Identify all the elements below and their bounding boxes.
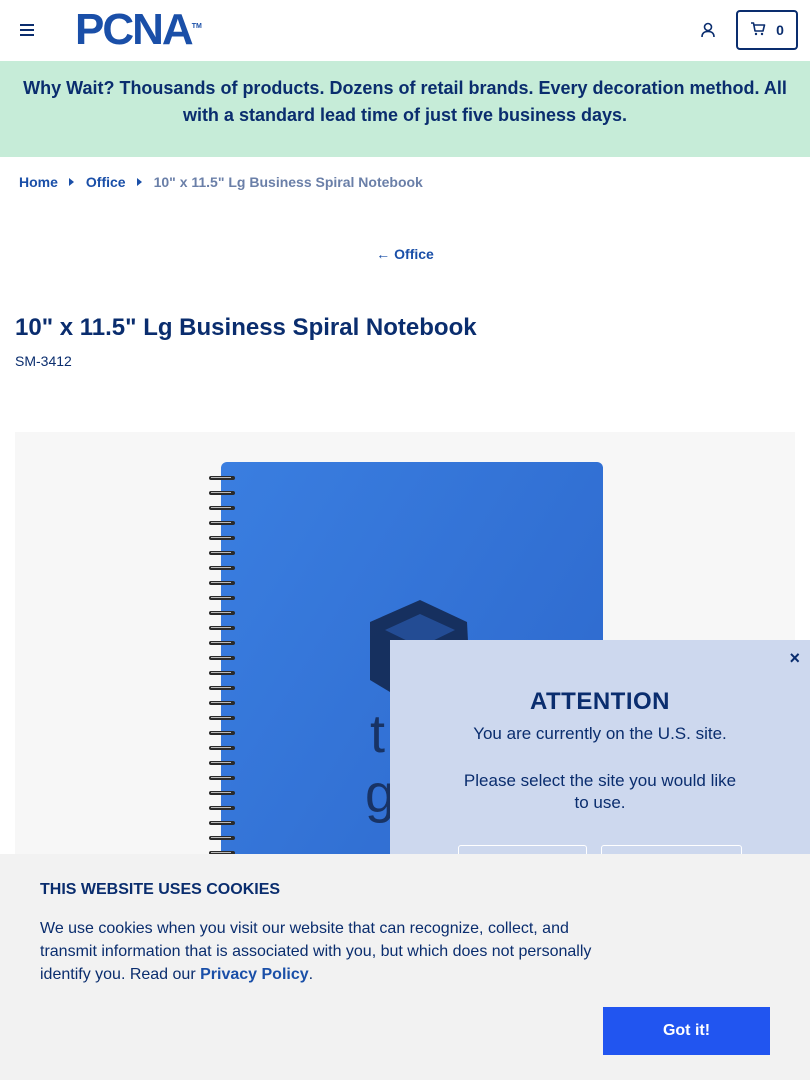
caret-right-icon [68, 178, 74, 186]
logo-trademark: TM [191, 23, 202, 30]
cookie-period: . [308, 966, 314, 983]
promo-banner: Why Wait? Thousands of products. Dozens … [0, 61, 810, 157]
cookie-heading: THIS WEBSITE USES COOKIES [40, 881, 281, 898]
dialog-current-site: You are currently on the U.S. site. [473, 724, 727, 743]
menu-icon[interactable] [20, 22, 36, 38]
promo-text: Why Wait? Thousands of products. Dozens … [23, 78, 787, 125]
breadcrumb-home[interactable]: Home [19, 174, 58, 190]
breadcrumb-office[interactable]: Office [86, 174, 126, 190]
breadcrumb: Home Office 10" x 11.5" Lg Business Spir… [19, 174, 423, 190]
user-icon[interactable] [699, 21, 717, 39]
site-header: PCNATM 0 [0, 0, 810, 61]
caret-right-icon [136, 178, 142, 186]
cookie-banner: THIS WEBSITE USES COOKIES We use cookies… [0, 854, 810, 1080]
product-sku: SM-3412 [15, 353, 72, 369]
accept-cookies-button[interactable]: Got it! [603, 1007, 770, 1055]
logo-text: PCNA [75, 5, 194, 54]
back-to-category-link[interactable]: ← Office [0, 246, 810, 262]
dialog-instruction: Please select the site you would like to… [463, 771, 737, 812]
breadcrumb-current: 10" x 11.5" Lg Business Spiral Notebook [153, 174, 423, 190]
cookie-text: We use cookies when you visit our websit… [40, 920, 592, 983]
cart-icon [750, 21, 766, 39]
dialog-heading: ATTENTION [529, 688, 671, 715]
cart-button[interactable]: 0 [736, 10, 798, 50]
arrow-left-icon: ← [376, 246, 391, 262]
cart-count: 0 [776, 22, 784, 38]
product-title: 10" x 11.5" Lg Business Spiral Notebook [15, 314, 477, 341]
back-link-label: Office [394, 246, 434, 262]
close-icon[interactable]: × [789, 648, 800, 669]
svg-text:t: t [370, 704, 385, 764]
privacy-policy-link[interactable]: Privacy Policy [200, 966, 309, 983]
pcna-logo[interactable]: PCNATM [75, 8, 202, 52]
cookie-body: We use cookies when you visit our websit… [40, 917, 610, 986]
